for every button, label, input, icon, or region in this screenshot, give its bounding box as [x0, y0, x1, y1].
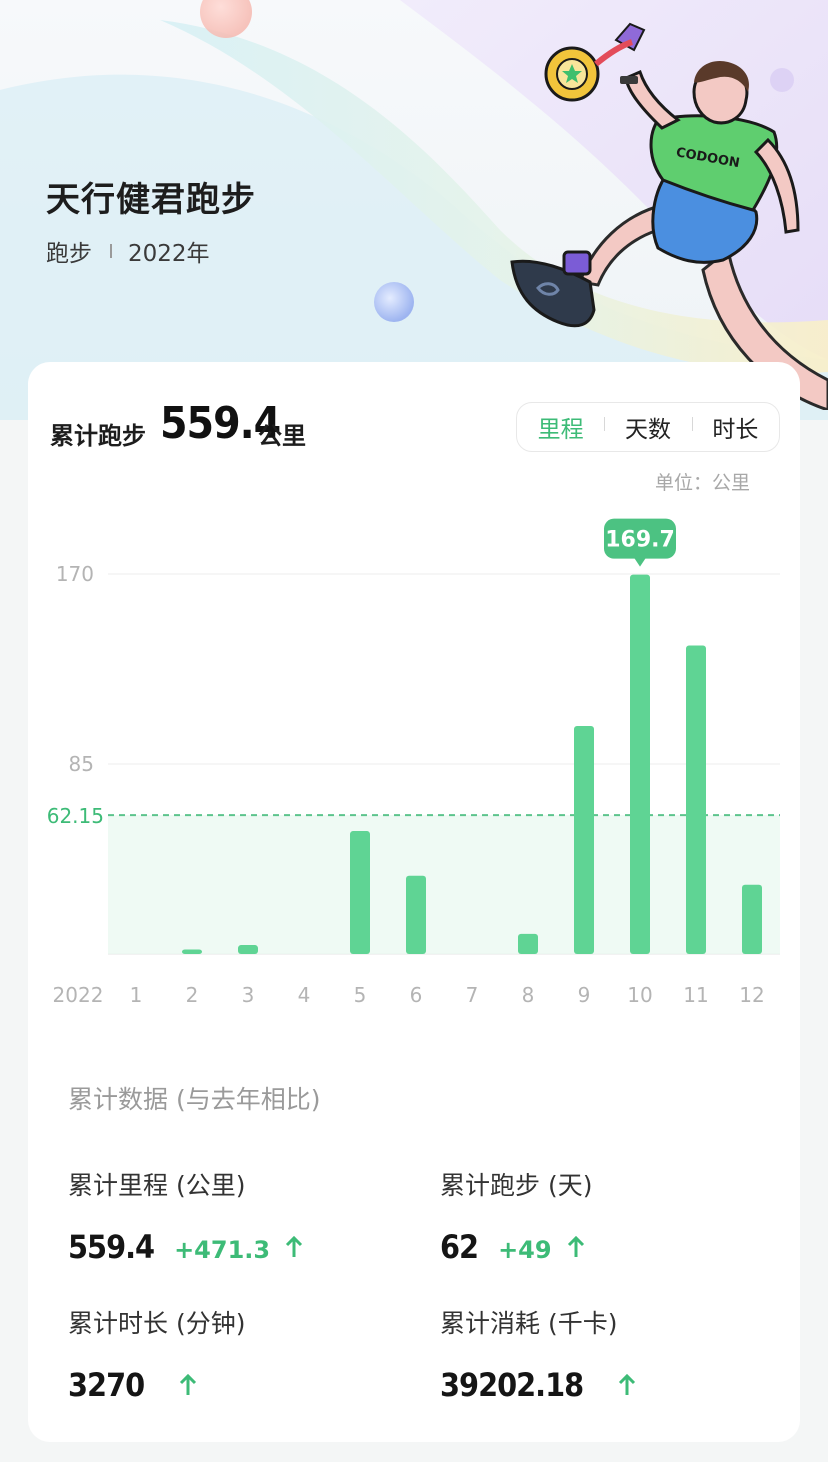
- bar-month-9: [574, 726, 594, 954]
- stat-value: 62: [440, 1228, 479, 1266]
- x-axis-year-label: 2022: [53, 983, 104, 1007]
- bar-month-3: [238, 945, 258, 954]
- highlight-value-label: 169.7: [605, 528, 675, 553]
- x-tick-label: 10: [627, 983, 652, 1007]
- stat-label: 累计里程 (公里): [68, 1171, 246, 1200]
- x-tick-label: 12: [739, 983, 764, 1007]
- arrow-up-icon: [567, 1236, 584, 1257]
- stats-section-title: 累计数据 (与去年相比): [68, 1085, 321, 1114]
- y-tick-label: 170: [56, 562, 94, 586]
- metric-segmented-control: 里程 天数 时长: [516, 402, 780, 452]
- stat-label: 累计消耗 (千卡): [440, 1309, 618, 1338]
- bar-month-10: [630, 574, 650, 954]
- stats-card: 累计跑步 559.4 公里 里程 天数 时长 单位：公里 170 85 62.15 1…: [28, 362, 800, 1442]
- highlight-tooltip-pointer: [634, 557, 646, 567]
- average-label: 62.15: [47, 804, 104, 828]
- bar-month-5: [350, 831, 370, 954]
- x-tick-label: 1: [130, 983, 143, 1007]
- arrow-up-icon: [180, 1374, 197, 1395]
- x-tick-label: 8: [522, 983, 535, 1007]
- total-unit: 公里: [258, 422, 306, 450]
- year-label: 2022年: [128, 241, 210, 267]
- separator: [110, 244, 112, 258]
- average-band: [108, 815, 780, 954]
- stat-distance: 累计里程 (公里) 559.4 +471.3: [68, 1166, 408, 1266]
- x-tick-label: 7: [466, 983, 479, 1007]
- tab-days[interactable]: 天数: [604, 410, 691, 444]
- bar-month-8: [518, 933, 538, 954]
- bar-month-11: [686, 645, 706, 954]
- stat-label: 累计跑步 (天): [440, 1171, 593, 1200]
- tab-duration[interactable]: 时长: [691, 410, 779, 444]
- stat-value: 559.4: [68, 1228, 155, 1266]
- stat-value: 39202.18: [440, 1366, 584, 1404]
- x-tick-label: 5: [354, 983, 367, 1007]
- bar-month-6: [406, 875, 426, 954]
- subtitle: 跑步 2022年: [46, 234, 210, 268]
- bar-month-12: [742, 884, 762, 954]
- runner-illustration: CODOON: [510, 22, 828, 410]
- x-tick-label: 11: [683, 983, 708, 1007]
- unit-note: 单位：公里: [654, 472, 750, 494]
- bar-month-2: [182, 949, 202, 954]
- arrow-up-icon: [619, 1374, 636, 1395]
- page-title: 天行健君跑步: [46, 180, 256, 220]
- stat-value: 3270: [68, 1366, 145, 1404]
- x-tick-label: 4: [298, 983, 311, 1007]
- x-tick-label: 6: [410, 983, 423, 1007]
- stat-days: 累计跑步 (天) 62 +49: [440, 1166, 780, 1266]
- x-tick-label: 2: [186, 983, 199, 1007]
- stat-delta: +49: [498, 1236, 552, 1264]
- stat-label: 累计时长 (分钟): [68, 1309, 246, 1338]
- total-label: 累计跑步: [50, 422, 146, 450]
- tab-distance[interactable]: 里程: [517, 410, 604, 444]
- y-tick-label: 85: [69, 752, 94, 776]
- category-label: 跑步: [46, 241, 92, 267]
- stat-calories: 累计消耗 (千卡) 39202.18: [440, 1304, 780, 1404]
- arrow-up-icon: [286, 1236, 303, 1257]
- monthly-distance-chart: 1708562.151 2 3 4 5 6 7 8 9 10 11 122022169.7: [47, 518, 780, 1007]
- x-tick-label: 3: [242, 983, 255, 1007]
- x-tick-label: 9: [578, 983, 591, 1007]
- stat-duration: 累计时长 (分钟) 3270: [68, 1304, 408, 1404]
- stat-delta: +471.3: [174, 1236, 271, 1264]
- hero-banner: 天行健君跑步 跑步 2022年 CODOON: [0, 0, 828, 420]
